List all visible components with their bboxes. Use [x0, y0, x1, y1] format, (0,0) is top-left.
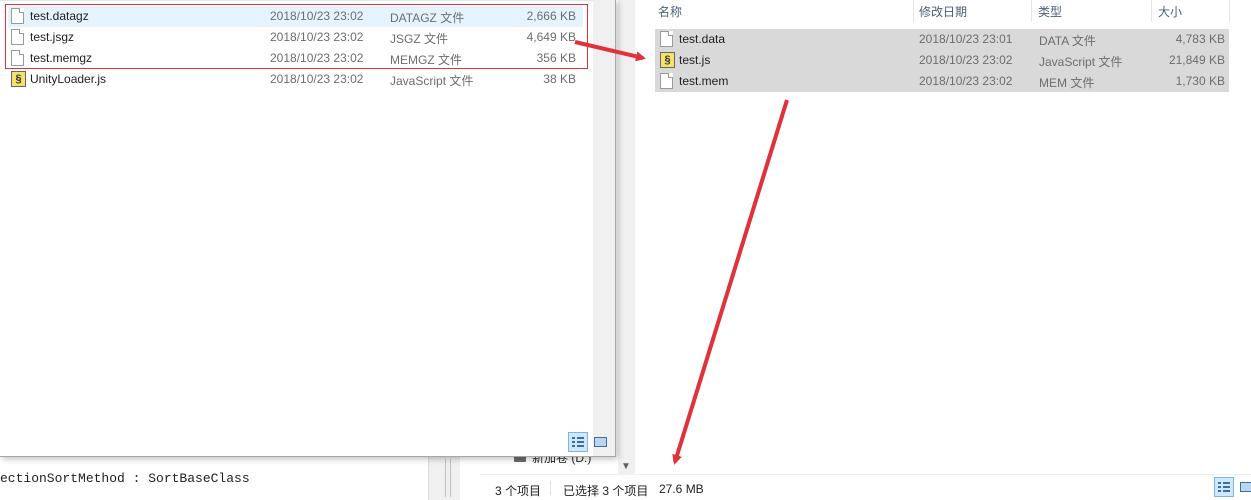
details-view-icon [572, 437, 584, 447]
javascript-file-icon: § [11, 71, 26, 87]
view-switcher [568, 432, 610, 452]
file-date: 2018/10/23 23:02 [919, 53, 1013, 67]
document-icon [660, 31, 673, 47]
file-name: test.data [679, 32, 726, 46]
file-row-test-data[interactable]: test.data 2018/10/23 23:01 DATA 文件 4,783… [655, 29, 1229, 50]
file-type: JavaScript 文件 [1039, 55, 1123, 69]
document-icon [660, 73, 673, 89]
file-name: UnityLoader.js [30, 72, 107, 86]
file-size: 21,849 KB [1168, 53, 1225, 67]
column-headers: 名称 修改日期 类型 大小 [653, 0, 1233, 22]
file-type: JavaScript 文件 [390, 74, 474, 88]
status-divider [550, 481, 551, 495]
scroll-down-arrow-icon[interactable]: ▼ [621, 461, 631, 472]
left-file-explorer: test.datagz 2018/10/23 23:02 DATAGZ 文件 2… [0, 0, 616, 457]
status-selected-size: 27.6 MB [659, 482, 704, 496]
large-icons-view-icon [1239, 482, 1251, 492]
file-name: test.js [679, 53, 711, 67]
large-icons-view-button[interactable] [1236, 477, 1251, 497]
status-bar: 3 个项目 已选择 3 个项目 27.6 MB [480, 474, 1251, 500]
file-name: test.mem [679, 74, 729, 88]
file-size: 1,730 KB [1175, 74, 1225, 88]
status-selected-count: 已选择 3 个项目 [563, 484, 649, 498]
column-header-size[interactable]: 大小 [1158, 3, 1182, 20]
column-divider[interactable] [1151, 0, 1152, 22]
pane-splitter[interactable] [428, 455, 460, 500]
large-icons-view-button[interactable] [590, 432, 610, 452]
column-divider[interactable] [1031, 0, 1032, 22]
column-divider[interactable] [913, 0, 914, 22]
file-size: 38 KB [543, 72, 576, 86]
code-line: ectionSortMethod : SortBaseClass [0, 471, 250, 486]
file-size: 4,783 KB [1175, 32, 1225, 46]
details-view-icon [1218, 482, 1230, 492]
javascript-file-icon: § [660, 52, 675, 68]
splitter-grip[interactable] [445, 459, 451, 497]
view-switcher [1214, 477, 1251, 497]
annotation-highlight-box [5, 4, 588, 69]
column-divider[interactable] [1229, 0, 1230, 22]
file-row-test-mem[interactable]: test.mem 2018/10/23 23:02 MEM 文件 1,730 K… [655, 71, 1229, 92]
details-view-button[interactable] [568, 432, 588, 452]
large-icons-view-icon [593, 437, 607, 447]
file-type: MEM 文件 [1039, 76, 1095, 90]
file-date: 2018/10/23 23:02 [919, 74, 1013, 88]
file-date: 2018/10/23 23:01 [919, 32, 1013, 46]
column-header-date[interactable]: 修改日期 [919, 3, 967, 20]
code-editor-fragment: ectionSortMethod : SortBaseClass [0, 455, 428, 500]
file-date: 2018/10/23 23:02 [270, 72, 364, 86]
details-view-button[interactable] [1214, 477, 1234, 497]
navigation-scrollbar[interactable]: ▼ [618, 0, 635, 474]
column-header-type[interactable]: 类型 [1038, 3, 1062, 20]
file-row-test-js[interactable]: § test.js 2018/10/23 23:02 JavaScript 文件… [655, 50, 1229, 71]
file-list-scrollbar[interactable] [593, 0, 615, 456]
status-item-count: 3 个项目 [495, 484, 542, 498]
column-header-name[interactable]: 名称 [658, 3, 682, 20]
file-type: DATA 文件 [1039, 34, 1096, 48]
file-row-unityloader-js[interactable]: § UnityLoader.js 2018/10/23 23:02 JavaSc… [8, 69, 583, 90]
